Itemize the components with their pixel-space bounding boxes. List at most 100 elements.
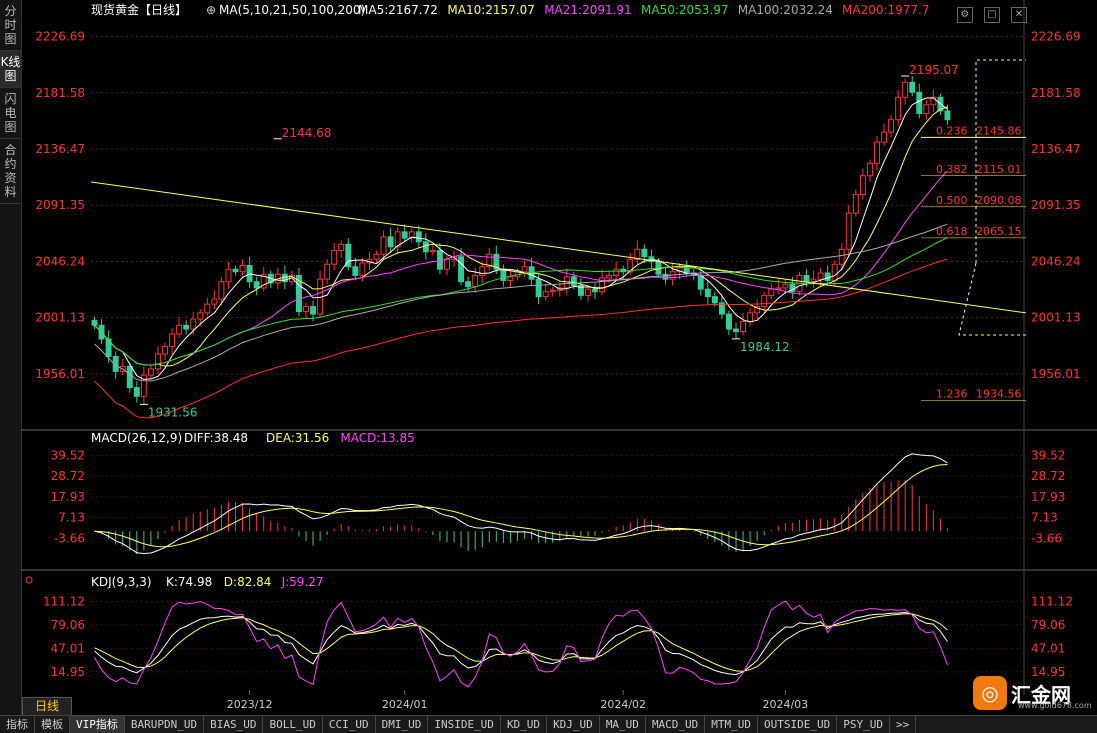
- candle-body: [331, 250, 338, 265]
- brand-url: www.gold678.com: [1018, 701, 1092, 710]
- indicator-tab-5[interactable]: BOLL_UD: [263, 716, 323, 733]
- annotation-3: 1931.56: [148, 405, 198, 419]
- fib-ratio-1: 0.382: [936, 163, 968, 176]
- header-ma-0: MA5:2167.72: [358, 3, 438, 17]
- indicator-tab-15[interactable]: PSY_UD: [837, 716, 891, 733]
- candle-body: [740, 321, 747, 333]
- candle-body: [387, 236, 394, 248]
- candle-body: [662, 273, 669, 280]
- indicator-tab-14[interactable]: OUTSIDE_UD: [758, 716, 838, 733]
- candle-body: [176, 324, 183, 335]
- sidebar-item-3[interactable]: 合约资料: [0, 139, 21, 204]
- candle-body: [239, 264, 246, 273]
- candle-body: [768, 288, 775, 296]
- header-ma-3: MA50:2053.97: [641, 3, 729, 17]
- candle-body: [895, 96, 902, 121]
- sidebar-item-2[interactable]: 闪电图: [0, 88, 21, 139]
- y-tick-right-2: 2136.47: [1031, 142, 1081, 156]
- indicator-tab-6[interactable]: CCI_UD: [323, 716, 376, 733]
- indicator-tab-3[interactable]: BARUPDN_UD: [125, 716, 205, 733]
- candle-body: [923, 104, 930, 114]
- macd-y-tick-right-3: 7.13: [1031, 511, 1058, 525]
- indicator-tab-13[interactable]: MTM_UD: [705, 716, 759, 733]
- macd-y-tick-left-3: 7.13: [58, 511, 85, 525]
- sidebar-item-0[interactable]: 分时图: [0, 0, 21, 51]
- settings-icon[interactable]: ⚙: [956, 7, 973, 23]
- kdj-y-tick-left-0: 111.12: [43, 594, 85, 608]
- candle-body: [126, 365, 133, 389]
- macd-value-0: DIFF:38.48: [184, 431, 248, 445]
- kdj-value-2: J:59.27: [281, 575, 324, 589]
- fib-price-1: 2115.01: [976, 163, 1022, 176]
- candle-body: [859, 175, 866, 195]
- candle-body: [606, 274, 613, 279]
- candle-body: [613, 268, 620, 276]
- candle-body: [902, 81, 909, 98]
- indicator-tab-1[interactable]: 模板: [35, 716, 70, 733]
- candle-body: [697, 274, 704, 290]
- candle-body: [204, 303, 211, 314]
- candle-body: [500, 268, 507, 281]
- macd-y-tick-left-4: -3.66: [54, 531, 85, 545]
- brand-logo-icon: ◎: [973, 676, 1007, 710]
- y-tick-right-1: 2181.58: [1031, 86, 1081, 100]
- kdj-value-0: K:74.98: [166, 575, 212, 589]
- indicator-tab-10[interactable]: KDJ_UD: [547, 716, 600, 733]
- x-tick-0: 2023/12: [227, 698, 273, 711]
- candle-body: [465, 281, 472, 288]
- candle-body: [881, 131, 887, 143]
- candle-body: [162, 345, 168, 355]
- candle-body: [310, 306, 317, 315]
- y-tick-left-5: 2001.13: [35, 311, 85, 325]
- y-tick-left-0: 2226.69: [35, 30, 85, 44]
- kdj-j-line: [94, 600, 948, 688]
- candle-body: [803, 274, 810, 283]
- x-tick-1: 2024/01: [382, 698, 428, 711]
- close-icon[interactable]: ✕: [1011, 7, 1027, 23]
- candle-body: [733, 328, 739, 333]
- indicator-tab-bar: 指标 模板 VIP指标 BARUPDN_UD BIAS_UD BOLL_UD CCI_UD D…: [0, 715, 1097, 733]
- candle-body: [444, 258, 450, 270]
- fib-price-2: 2090.08: [976, 194, 1022, 207]
- sidebar-item-1[interactable]: K线图: [0, 51, 21, 88]
- x-tick-3: 2024/03: [762, 698, 808, 711]
- candle-body: [761, 294, 768, 308]
- header-plus-icon: ⊕: [206, 3, 216, 17]
- kdj-label: KDJ(9,3,3): [91, 575, 152, 589]
- y-tick-right-5: 2001.13: [1031, 311, 1081, 325]
- y-tick-left-1: 2181.58: [35, 86, 85, 100]
- candle-body: [190, 318, 197, 330]
- candle-body: [91, 319, 98, 326]
- fib-projection-box-bottom: [958, 262, 1026, 336]
- y-tick-right-4: 2046.24: [1031, 254, 1081, 268]
- fib-ratio-0: 0.236: [936, 124, 968, 137]
- indicator-tab-2[interactable]: VIP指标: [70, 716, 125, 733]
- indicator-tab-7[interactable]: DMI_UD: [376, 716, 429, 733]
- indicator-tab-12[interactable]: MACD_UD: [646, 716, 706, 733]
- candle-body: [324, 263, 331, 280]
- macd-y-tick-left-2: 17.93: [51, 490, 85, 504]
- indicator-tab-0[interactable]: 指标: [0, 716, 35, 733]
- y-tick-left-4: 2046.24: [35, 254, 85, 268]
- header-ma-5: MA200:1977.7: [842, 3, 930, 17]
- macd-dea-line: [94, 463, 948, 548]
- kdj-y-tick-left-3: 14.95: [51, 665, 85, 679]
- ma-line-MA10: [94, 106, 948, 367]
- kline-chart: 现货黄金【日线】 ⊕ MA(5,10,21,50,100,200)MA5:2167.…: [21, 0, 1097, 711]
- candle-body: [535, 278, 542, 298]
- indicator-tab-16[interactable]: >>: [890, 716, 917, 733]
- indicator-tab-11[interactable]: MA_UD: [600, 716, 646, 733]
- header-ma-params: MA(5,10,21,50,100,200): [219, 3, 365, 17]
- candle-body: [521, 266, 528, 273]
- indicator-tab-8[interactable]: INSIDE_UD: [428, 716, 501, 733]
- maximize-icon[interactable]: □: [983, 7, 1000, 23]
- indicator-tab-9[interactable]: KD_UD: [501, 716, 548, 733]
- indicator-tab-4[interactable]: BIAS_UD: [204, 716, 264, 733]
- candle-body: [415, 231, 422, 243]
- kdj-y-tick-right-0: 111.12: [1031, 594, 1073, 608]
- candle-body: [303, 306, 309, 313]
- fib-ratio-2: 0.500: [936, 194, 968, 207]
- candle-body: [888, 119, 895, 133]
- fib-price-4: 1934.56: [976, 388, 1022, 401]
- candle-body: [831, 263, 838, 281]
